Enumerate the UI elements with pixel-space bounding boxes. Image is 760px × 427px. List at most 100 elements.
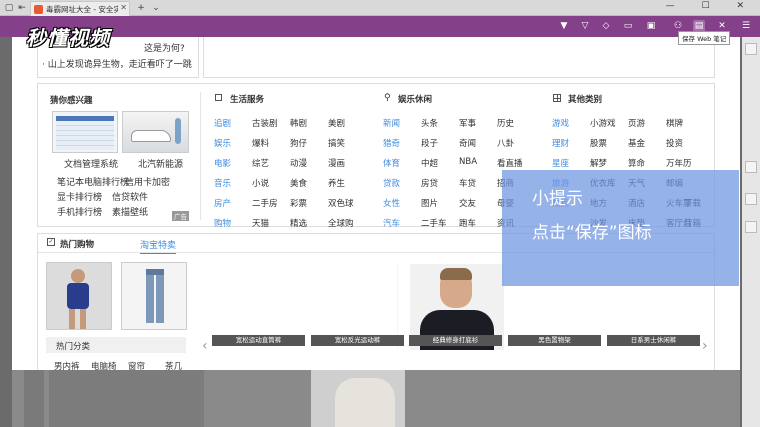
tab-close-icon[interactable]: ✕ <box>120 3 127 12</box>
link-item[interactable]: 全球购 <box>328 217 354 229</box>
link-item[interactable]: 电影 <box>214 157 231 169</box>
link-item[interactable]: 动漫 <box>290 157 307 169</box>
tab-actions-icon[interactable]: ▢ <box>3 2 15 14</box>
doc-system-image[interactable] <box>52 111 118 153</box>
product-caption[interactable]: 宽松运动直筒裤 <box>212 335 305 346</box>
link-item[interactable]: 娱乐 <box>214 137 231 149</box>
link-item[interactable]: 跑车 <box>459 217 476 229</box>
link-item[interactable]: 美食 <box>290 177 307 189</box>
link-item[interactable]: 古装剧 <box>252 117 278 129</box>
guess-link[interactable]: 手机排行榜 <box>57 205 102 218</box>
link-item[interactable]: 车贷 <box>459 177 476 189</box>
link-item[interactable]: 基金 <box>628 137 645 149</box>
link-item[interactable]: 猎奇 <box>383 137 400 149</box>
highlighter-icon[interactable]: ▽ <box>579 20 591 32</box>
link-item[interactable]: 狗仔 <box>290 137 307 149</box>
eraser-icon[interactable]: ◇ <box>600 20 612 32</box>
link-item[interactable]: 购物 <box>214 217 231 229</box>
link-item[interactable]: 投资 <box>666 137 683 149</box>
link-item[interactable]: 茶几 <box>165 360 182 370</box>
link-item[interactable]: 星座 <box>552 157 569 169</box>
guess-link[interactable]: 笔记本电脑排行榜 <box>57 175 129 188</box>
side-panel-button[interactable] <box>745 221 757 233</box>
link-item[interactable]: 游戏 <box>552 117 569 129</box>
clip-icon[interactable]: ▣ <box>645 20 657 32</box>
link-item[interactable]: 棋牌 <box>666 117 683 129</box>
link-item[interactable]: 美剧 <box>328 117 345 129</box>
link-item[interactable]: 贷款 <box>383 177 400 189</box>
guess-link[interactable]: 信贷软件 <box>112 190 148 203</box>
link-item[interactable]: 汽车 <box>383 217 400 229</box>
link-item[interactable]: 彩票 <box>290 197 307 209</box>
link-item[interactable]: 精选 <box>290 217 307 229</box>
comment-icon[interactable]: ▭ <box>622 20 634 32</box>
carousel-next-icon[interactable]: › <box>702 338 708 354</box>
clothing-image[interactable]: ᛒ <box>311 370 405 427</box>
product-caption[interactable]: 日系男士休闲裤 <box>607 335 700 346</box>
link-item[interactable]: 窗帘 <box>128 360 145 370</box>
link-item[interactable]: 房贷 <box>421 177 438 189</box>
link-item[interactable]: 解梦 <box>590 157 607 169</box>
car-image[interactable] <box>122 111 189 153</box>
back-tabs-icon[interactable]: ⇤ <box>16 2 28 14</box>
pen-icon[interactable]: ▼ <box>558 20 570 32</box>
product-caption[interactable]: 黑色置物架 <box>508 335 601 346</box>
link-item[interactable]: 小说 <box>252 177 269 189</box>
product-caption[interactable]: 经典修身打底衫 <box>409 335 502 346</box>
doc-system-caption[interactable]: 文档管理系统 <box>64 157 118 170</box>
link-item[interactable]: 天猫 <box>252 217 269 229</box>
link-item[interactable]: 军事 <box>459 117 476 129</box>
news-link[interactable]: · 山上发现诡异生物，走近看吓了一跳 <box>42 57 192 70</box>
link-item[interactable]: 房产 <box>214 197 231 209</box>
link-item[interactable]: 漫画 <box>328 157 345 169</box>
link-item[interactable]: 男内裤 <box>54 360 80 370</box>
link-item[interactable]: NBA <box>459 157 477 167</box>
link-item[interactable]: 双色球 <box>328 197 354 209</box>
product-caption[interactable]: 宽松反光运动裤 <box>311 335 404 346</box>
link-item[interactable]: 电脑椅 <box>91 360 117 370</box>
link-item[interactable]: 头条 <box>421 117 438 129</box>
link-item[interactable]: 小游戏 <box>590 117 616 129</box>
link-item[interactable]: 养生 <box>328 177 345 189</box>
new-tab-button[interactable]: + <box>135 2 147 14</box>
guess-link[interactable]: 显卡排行榜 <box>57 190 102 203</box>
link-item[interactable]: 爆料 <box>252 137 269 149</box>
carousel-prev-icon[interactable]: ‹ <box>202 338 208 354</box>
jeans-image[interactable] <box>121 262 187 330</box>
link-item[interactable]: 看直播 <box>497 157 523 169</box>
car-caption[interactable]: 北汽新能源 <box>138 157 183 170</box>
side-panel-button[interactable] <box>745 161 757 173</box>
link-item[interactable]: 女性 <box>383 197 400 209</box>
guess-link[interactable]: 信用卡加密 <box>125 175 170 188</box>
link-item[interactable]: 八卦 <box>497 137 514 149</box>
link-item[interactable]: 体育 <box>383 157 400 169</box>
link-item[interactable]: 新闻 <box>383 117 400 129</box>
link-item[interactable]: 理财 <box>552 137 569 149</box>
link-item[interactable]: 搞笑 <box>328 137 345 149</box>
tab-dropdown-icon[interactable]: ⌄ <box>150 2 162 14</box>
link-item[interactable]: 韩剧 <box>290 117 307 129</box>
link-item[interactable]: 二手房 <box>252 197 278 209</box>
guess-link[interactable]: 素描壁纸 <box>112 205 148 218</box>
link-item[interactable]: 二手车 <box>421 217 447 229</box>
link-item[interactable]: 追剧 <box>214 117 231 129</box>
link-item[interactable]: 综艺 <box>252 157 269 169</box>
link-item[interactable]: 音乐 <box>214 177 231 189</box>
link-item[interactable]: 页游 <box>628 117 645 129</box>
link-item[interactable]: 股票 <box>590 137 607 149</box>
browser-tab[interactable]: 毒霸网址大全 - 安全实用 ✕ <box>30 1 130 16</box>
link-item[interactable]: 万年历 <box>666 157 692 169</box>
link-item[interactable]: 奇闻 <box>459 137 476 149</box>
news-link[interactable]: 这是为何? <box>144 41 185 54</box>
link-item[interactable]: 图片 <box>421 197 438 209</box>
link-item[interactable]: 段子 <box>421 137 438 149</box>
swimsuit-image[interactable] <box>46 262 112 330</box>
link-item[interactable]: 历史 <box>497 117 514 129</box>
side-panel-button[interactable] <box>745 43 757 55</box>
link-item[interactable]: 交友 <box>459 197 476 209</box>
window-controls[interactable]: — ☐ ✕ <box>666 1 756 11</box>
link-item[interactable]: 中超 <box>421 157 438 169</box>
side-panel-button[interactable] <box>745 193 757 205</box>
link-item[interactable]: 算命 <box>628 157 645 169</box>
menu-icon[interactable]: ☰ <box>740 20 752 32</box>
